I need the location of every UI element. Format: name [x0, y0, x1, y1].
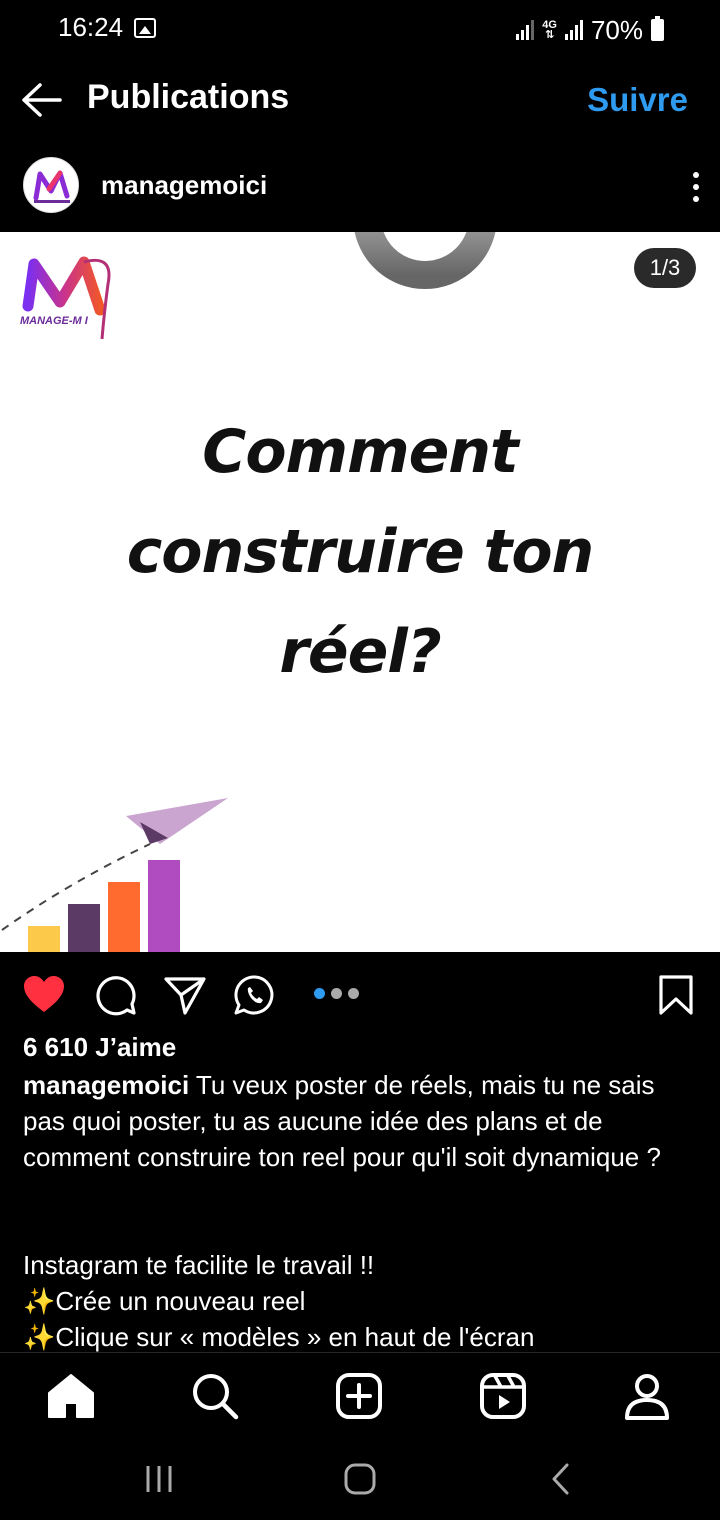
- home-icon[interactable]: [46, 1371, 96, 1421]
- page-title: Publications: [87, 78, 290, 116]
- like-count[interactable]: 6 610 J’aime: [23, 1032, 176, 1063]
- decorative-ring: [354, 232, 496, 289]
- post-caption: managemoici Tu veux poster de réels, mai…: [23, 1067, 703, 1175]
- caption-username[interactable]: managemoici: [23, 1070, 189, 1100]
- bar-4: [148, 860, 180, 952]
- back-button-icon[interactable]: [544, 1462, 580, 1496]
- caption-line-2: ✨Crée un nouveau reel: [23, 1286, 306, 1316]
- bar-2: [68, 904, 100, 952]
- brand-avatar-logo-icon: [33, 170, 70, 203]
- status-bar: 16:24 4G ⇅ 70%: [0, 0, 720, 60]
- avatar[interactable]: [23, 157, 79, 213]
- post-actions: [0, 962, 720, 1028]
- svg-text:MANAGE-M I: MANAGE-M I: [20, 315, 89, 327]
- image-icon: [134, 18, 156, 38]
- carousel-dot-active: [314, 988, 325, 999]
- system-nav-bar: [0, 1438, 720, 1520]
- carousel-dot: [331, 988, 342, 999]
- manage-moi-logo-icon: MANAGE-M I: [20, 256, 111, 340]
- comment-icon[interactable]: [94, 974, 138, 1016]
- recent-apps-icon[interactable]: [141, 1462, 177, 1496]
- sparkle-icon: ✨: [23, 1322, 56, 1352]
- reels-icon[interactable]: [478, 1371, 528, 1421]
- caption-continued: Instagram te facilite le travail !! ✨Cré…: [23, 1247, 703, 1355]
- profile-icon[interactable]: [622, 1371, 672, 1421]
- top-bar: Publications Suivre: [0, 60, 720, 140]
- battery-icon: [651, 16, 664, 41]
- bar-1: [28, 926, 60, 952]
- post-header: managemoici: [0, 148, 720, 224]
- status-indicators: 4G ⇅ 70%: [516, 12, 664, 48]
- post-image[interactable]: MANAGE-M I 1/3 Comment construire ton ré…: [0, 232, 720, 952]
- share-icon[interactable]: [163, 974, 207, 1016]
- bottom-nav: [0, 1352, 720, 1438]
- sparkle-icon: ✨: [23, 1286, 56, 1316]
- growth-chart-illustration: [1, 798, 228, 952]
- signal-icon: [516, 20, 535, 40]
- 4g-icon: 4G ⇅: [542, 19, 557, 41]
- bar-3: [108, 882, 140, 952]
- headline-line-2: construire ton: [126, 517, 595, 587]
- whatsapp-icon[interactable]: [233, 974, 277, 1016]
- caption-line-1: Instagram te facilite le travail !!: [23, 1250, 375, 1280]
- carousel-dots: [314, 988, 359, 999]
- follow-button[interactable]: Suivre: [587, 81, 688, 119]
- heart-icon[interactable]: [22, 974, 66, 1016]
- search-icon[interactable]: [190, 1371, 240, 1421]
- headline-line-3: réel?: [279, 617, 441, 687]
- carousel-dot: [348, 988, 359, 999]
- status-time: 16:24: [58, 12, 124, 42]
- battery-percent: 70%: [590, 14, 643, 45]
- more-options-icon[interactable]: [688, 170, 704, 204]
- caption-line-3: ✨Clique sur « modèles » en haut de l'écr…: [23, 1322, 535, 1352]
- create-icon[interactable]: [334, 1371, 384, 1421]
- slide-counter: 1/3: [634, 248, 696, 288]
- bookmark-icon[interactable]: [654, 974, 698, 1016]
- back-arrow-icon[interactable]: [20, 80, 64, 120]
- home-button-icon[interactable]: [342, 1462, 378, 1496]
- post-username[interactable]: managemoici: [101, 170, 267, 201]
- headline-line-1: Comment: [202, 417, 518, 487]
- signal-icon-2: [564, 20, 583, 40]
- image-headline: Comment construire ton réel?: [60, 402, 660, 702]
